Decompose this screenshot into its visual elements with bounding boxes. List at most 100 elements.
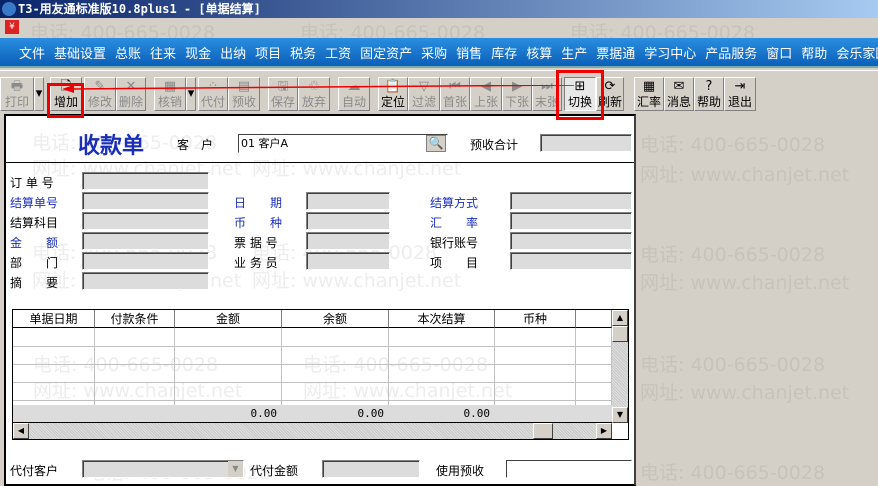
delete-button[interactable]: ✕ 删除 bbox=[116, 77, 146, 111]
dept-field[interactable] bbox=[82, 252, 209, 270]
column-header[interactable] bbox=[576, 310, 612, 328]
scroll-down-icon[interactable]: ▼ bbox=[612, 407, 628, 423]
document-system-icon[interactable]: ¥ bbox=[5, 20, 19, 34]
proxy-label: 代付 bbox=[200, 95, 225, 109]
menu-item[interactable]: 会乐家园 bbox=[836, 43, 878, 62]
horizontal-scrollbar[interactable] bbox=[13, 423, 612, 439]
table-row[interactable] bbox=[13, 382, 612, 383]
auto-button[interactable]: ☁ 自动 bbox=[338, 77, 370, 111]
settle-method-field[interactable] bbox=[510, 192, 632, 210]
bill-no-field[interactable] bbox=[306, 232, 390, 250]
edit-button[interactable]: ✎ 修改 bbox=[84, 77, 116, 111]
column-header[interactable]: 付款条件 bbox=[95, 310, 175, 328]
discard-button[interactable]: ♲放弃 bbox=[298, 77, 330, 111]
bank-account-field[interactable] bbox=[510, 232, 632, 250]
project-label: 项 目 bbox=[430, 256, 479, 270]
locate-button[interactable]: 📋 定位 bbox=[378, 77, 408, 111]
filter-button[interactable]: ▽过滤 bbox=[408, 77, 440, 111]
menu-item[interactable]: 库存 bbox=[491, 43, 517, 62]
horizontal-scroll-thumb[interactable] bbox=[533, 423, 553, 439]
column-header[interactable]: 余额 bbox=[282, 310, 389, 328]
proxy-customer-select[interactable]: ▼ bbox=[82, 460, 244, 478]
customer-input[interactable]: 01 客户A bbox=[238, 134, 448, 153]
settle-method-label: 结算方式 bbox=[430, 196, 479, 210]
menu-item[interactable]: 文件 bbox=[19, 43, 45, 62]
table-row[interactable] bbox=[13, 364, 612, 365]
message-button[interactable]: ✉ 消息 bbox=[664, 77, 694, 111]
menu-item[interactable]: 工资 bbox=[325, 43, 351, 62]
dropdown-button[interactable]: ▾ bbox=[34, 77, 44, 111]
scroll-up-icon[interactable]: ▲ bbox=[612, 310, 628, 326]
first-button[interactable]: ⏮首张 bbox=[440, 77, 470, 111]
menu-item[interactable]: 产品服务 bbox=[705, 43, 757, 62]
order-no-field[interactable] bbox=[82, 172, 209, 190]
verify-button[interactable]: ▦ 核销 bbox=[154, 77, 186, 111]
project-field[interactable] bbox=[510, 252, 632, 270]
help-button[interactable]: ? 帮助 bbox=[694, 77, 724, 111]
table-row[interactable] bbox=[13, 400, 612, 401]
currency-field[interactable] bbox=[306, 212, 390, 230]
table-row[interactable] bbox=[13, 346, 612, 347]
menu-item[interactable]: 生产 bbox=[561, 43, 587, 62]
exit-icon: ⇥ bbox=[734, 79, 746, 94]
proxy-button[interactable]: ⁘ 代付 bbox=[198, 77, 228, 111]
scroll-right-icon[interactable]: ▶ bbox=[596, 423, 612, 439]
menu-item[interactable]: 税务 bbox=[290, 43, 316, 62]
print-button[interactable]: 🖶 打印 bbox=[0, 77, 34, 111]
summary-field[interactable] bbox=[82, 272, 209, 290]
dept-label: 部 门 bbox=[10, 256, 59, 270]
annotation-arrow bbox=[62, 85, 574, 93]
prepay-button[interactable]: ▤ 预收 bbox=[228, 77, 260, 111]
scroll-left-icon[interactable]: ◀ bbox=[13, 423, 29, 439]
customer-label: 客 户 bbox=[177, 138, 214, 152]
menu-item[interactable]: 采购 bbox=[421, 43, 447, 62]
menu-item[interactable]: 票据通 bbox=[596, 43, 635, 62]
menu-item[interactable]: 总账 bbox=[115, 43, 141, 62]
menu-bar: 文件 基础设置 总账 往来 现金 出纳 项目 税务 工资 固定资产 采购 销售 库存 核算 生产 票据通 学习中… bbox=[0, 38, 878, 68]
column-header[interactable]: 本次结算 bbox=[389, 310, 495, 328]
total-balance: 0.00 bbox=[357, 407, 385, 420]
save-button[interactable]: 🖫 保存 bbox=[268, 77, 298, 111]
menu-item[interactable]: 现金 bbox=[185, 43, 211, 62]
proxy-amount-field[interactable] bbox=[322, 460, 420, 478]
dropdown-button[interactable]: ▾ bbox=[186, 77, 196, 111]
menu-item[interactable]: 往来 bbox=[150, 43, 176, 62]
prepay-label: 预收 bbox=[231, 95, 256, 109]
watermark: 网址: www.chanjet.net bbox=[640, 382, 850, 404]
menu-item[interactable]: 销售 bbox=[456, 43, 482, 62]
exchange-rate-field[interactable] bbox=[510, 212, 632, 230]
salesman-field[interactable] bbox=[306, 252, 390, 270]
menu-item[interactable]: 帮助 bbox=[801, 43, 827, 62]
column-header[interactable]: 金额 bbox=[175, 310, 282, 328]
prev-button[interactable]: ◀ 上张 bbox=[470, 77, 502, 111]
dropdown-icon: ▾ bbox=[187, 86, 195, 101]
customer-value: 01 客户A bbox=[241, 137, 289, 150]
menu-item[interactable]: 核算 bbox=[526, 43, 552, 62]
menu-item[interactable]: 基础设置 bbox=[54, 43, 106, 62]
menu-item[interactable]: 项目 bbox=[255, 43, 281, 62]
settle-no-field[interactable] bbox=[82, 192, 209, 210]
menu-item[interactable]: 窗口 bbox=[766, 43, 792, 62]
vertical-scroll-thumb[interactable] bbox=[612, 326, 628, 342]
next-button[interactable]: ▶ 下张 bbox=[502, 77, 532, 111]
exit-button[interactable]: ⇥ 退出 bbox=[724, 77, 756, 111]
window-title: T3-用友通标准版10.8plus1 - [单据结算] bbox=[18, 2, 261, 16]
chevron-down-icon[interactable]: ▼ bbox=[228, 461, 243, 477]
summary-label: 摘 要 bbox=[10, 276, 59, 290]
edit-label: 修改 bbox=[87, 95, 112, 109]
menu-item[interactable]: 固定资产 bbox=[360, 43, 412, 62]
print-icon: 🖶 bbox=[10, 79, 24, 94]
settle-subject-field[interactable] bbox=[82, 212, 209, 230]
settlement-grid[interactable]: 电话: 400-665-0028 电话: 400-665-0028 网址: ww… bbox=[12, 309, 629, 440]
watermark: 电话: 400-665-0028 bbox=[640, 354, 826, 376]
menu-item[interactable]: 学习中心 bbox=[644, 43, 696, 62]
use-prepay-field[interactable] bbox=[506, 460, 632, 478]
search-icon[interactable]: 🔍 bbox=[426, 135, 446, 152]
watermark: 电话: 400-665-0028 bbox=[640, 134, 826, 156]
column-header[interactable]: 单据日期 bbox=[13, 310, 95, 328]
column-header[interactable]: 币种 bbox=[495, 310, 576, 328]
amount-field[interactable] bbox=[82, 232, 209, 250]
rate-button[interactable]: ▦ 汇率 bbox=[634, 77, 664, 111]
date-field[interactable] bbox=[306, 192, 390, 210]
menu-item[interactable]: 出纳 bbox=[220, 43, 246, 62]
